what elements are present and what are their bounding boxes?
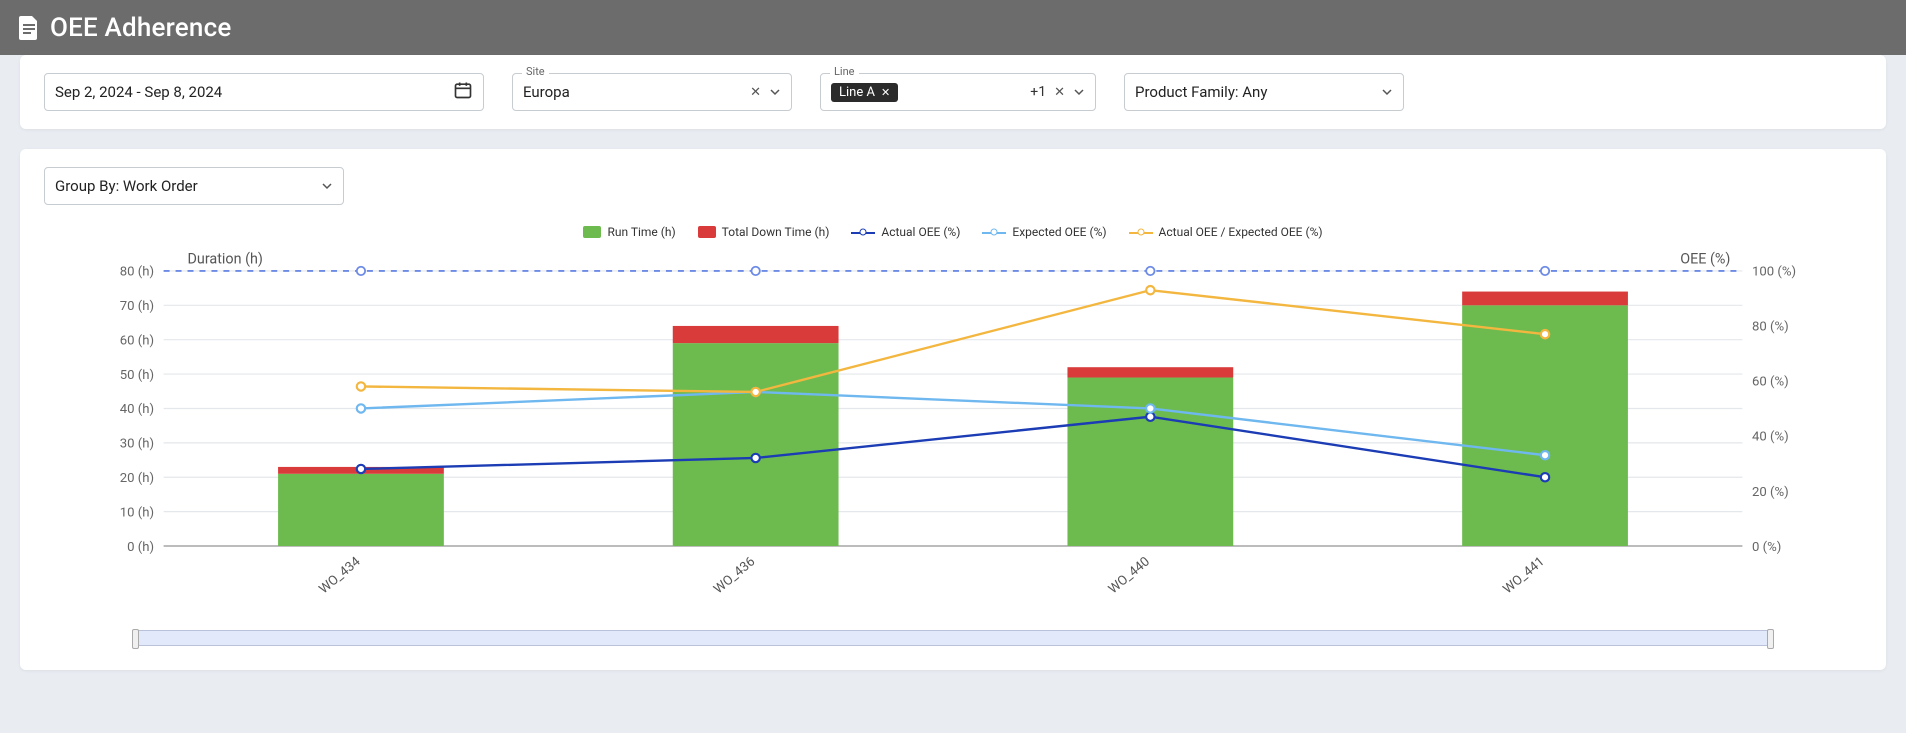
legend-down-time[interactable]: Total Down Time (h) xyxy=(698,225,830,239)
legend-expected-oee[interactable]: Expected OEE (%) xyxy=(982,225,1106,239)
date-range-picker[interactable]: Sep 2, 2024 - Sep 8, 2024 xyxy=(44,73,484,111)
remove-chip-icon[interactable]: ✕ xyxy=(881,86,890,99)
svg-text:60 (h): 60 (h) xyxy=(120,333,154,348)
line-select[interactable]: Line A ✕ +1 ✕ xyxy=(820,73,1096,111)
svg-text:60 (%): 60 (%) xyxy=(1752,375,1789,390)
clear-line-icon[interactable]: ✕ xyxy=(1054,85,1065,100)
page-title: OEE Adherence xyxy=(50,13,231,43)
line-chip[interactable]: Line A ✕ xyxy=(831,83,898,102)
document-icon xyxy=(18,15,40,41)
line-chip-label: Line A xyxy=(839,85,875,100)
site-label: Site xyxy=(522,65,549,78)
svg-text:0 (%): 0 (%) xyxy=(1752,540,1781,555)
range-handle-left[interactable] xyxy=(132,629,139,649)
chevron-down-icon xyxy=(769,86,781,98)
svg-text:WO_436: WO_436 xyxy=(711,554,758,597)
group-by-select[interactable]: Group By: Work Order xyxy=(44,167,344,205)
oee-chart: Duration (h) OEE (%) 0 (h) 10 (h) 20 (h) 30 (… xyxy=(44,247,1862,606)
chevron-down-icon xyxy=(1381,86,1393,98)
svg-text:80 (%): 80 (%) xyxy=(1752,320,1789,335)
legend-oee-ratio[interactable]: Actual OEE / Expected OEE (%) xyxy=(1129,225,1323,239)
legend-run-time[interactable]: Run Time (h) xyxy=(583,225,675,239)
svg-text:10 (h): 10 (h) xyxy=(120,505,154,520)
svg-text:WO_440: WO_440 xyxy=(1106,554,1153,597)
chart-panel: Group By: Work Order Run Time (h) Total … xyxy=(20,149,1886,670)
line-label: Line xyxy=(830,65,859,78)
clear-site-icon[interactable]: ✕ xyxy=(750,85,761,100)
product-family-value: Product Family: Any xyxy=(1135,83,1267,101)
chevron-down-icon xyxy=(321,180,333,192)
range-handle-right[interactable] xyxy=(1767,629,1774,649)
site-value: Europa xyxy=(523,83,570,101)
svg-text:40 (%): 40 (%) xyxy=(1752,430,1789,445)
chart-legend: Run Time (h) Total Down Time (h) Actual … xyxy=(44,225,1862,239)
product-family-select[interactable]: Product Family: Any xyxy=(1124,73,1404,111)
svg-text:20 (h): 20 (h) xyxy=(120,471,154,486)
line-field: Line Line A ✕ +1 ✕ xyxy=(820,73,1096,111)
chart-range-scrollbar[interactable] xyxy=(134,630,1772,646)
swatch-icon xyxy=(698,226,716,238)
svg-text:100 (%): 100 (%) xyxy=(1752,265,1796,280)
svg-text:20 (%): 20 (%) xyxy=(1752,485,1789,500)
svg-text:Duration (h): Duration (h) xyxy=(188,251,263,268)
svg-text:0 (h): 0 (h) xyxy=(127,540,154,555)
line-extra-count: +1 xyxy=(1030,84,1046,100)
swatch-icon xyxy=(583,226,601,238)
filter-bar: Sep 2, 2024 - Sep 8, 2024 Site Europa ✕ … xyxy=(20,55,1886,129)
site-select[interactable]: Europa ✕ xyxy=(512,73,792,111)
svg-text:50 (h): 50 (h) xyxy=(120,368,154,383)
legend-actual-oee[interactable]: Actual OEE (%) xyxy=(851,225,960,239)
line-swatch-icon xyxy=(1129,227,1153,237)
chevron-down-icon xyxy=(1073,86,1085,98)
svg-text:WO_441: WO_441 xyxy=(1501,554,1548,597)
page-header: OEE Adherence xyxy=(0,0,1906,55)
line-swatch-icon xyxy=(982,227,1006,237)
svg-text:30 (h): 30 (h) xyxy=(120,437,154,452)
line-swatch-icon xyxy=(851,227,875,237)
svg-text:70 (h): 70 (h) xyxy=(120,299,154,314)
svg-text:40 (h): 40 (h) xyxy=(120,402,154,417)
date-range-value: Sep 2, 2024 - Sep 8, 2024 xyxy=(55,83,222,101)
group-by-value: Group By: Work Order xyxy=(55,177,198,195)
site-field: Site Europa ✕ xyxy=(512,73,792,111)
svg-text:OEE (%): OEE (%) xyxy=(1680,251,1730,268)
calendar-icon xyxy=(453,80,473,104)
svg-text:WO_434: WO_434 xyxy=(317,554,364,597)
svg-text:80 (h): 80 (h) xyxy=(120,265,154,280)
